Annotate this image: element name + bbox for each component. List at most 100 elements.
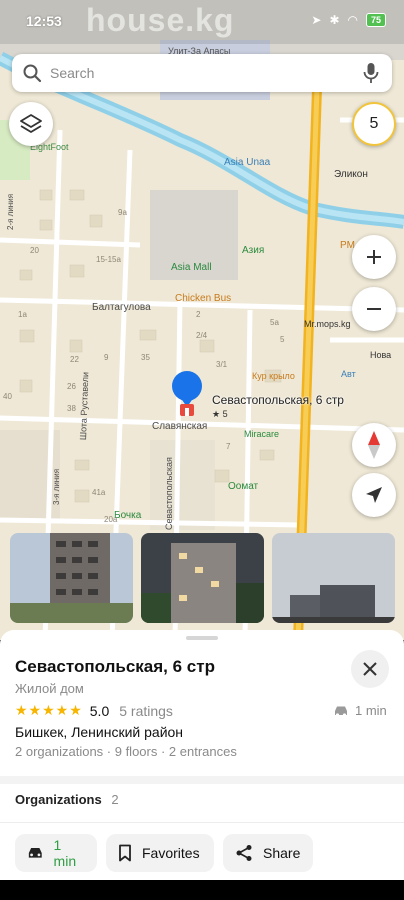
place-details: 2 organizations · 9 floors · 2 entrances [15, 744, 237, 759]
microphone-icon[interactable] [362, 62, 380, 84]
poi-mr-mops[interactable]: Mr.mops.kg [304, 319, 351, 329]
place-title: Севастопольская, 6 стр [15, 657, 215, 676]
navigation-arrow-icon [366, 487, 382, 503]
search-input[interactable]: Search [50, 65, 362, 81]
street-line-3: 3-я линия [52, 468, 61, 505]
share-button[interactable]: Share [223, 834, 313, 872]
compass-icon [368, 431, 380, 459]
rating-stars: ★★★★★ [15, 702, 83, 718]
house-number: 40 [3, 392, 12, 401]
system-nav-bar [0, 880, 404, 900]
layers-icon [20, 114, 42, 133]
house-number: 35 [141, 353, 150, 362]
poi-miracare[interactable]: Miracare [244, 429, 279, 439]
my-location-button[interactable] [352, 473, 396, 517]
house-number: 22 [70, 355, 79, 364]
zoom-in-button[interactable] [352, 235, 396, 279]
house-number: 9 [104, 353, 109, 362]
poi-asia-unaa[interactable]: Asia Unaa [224, 157, 270, 168]
building-photo-image [10, 533, 133, 623]
poi-oomat[interactable]: Оомат [228, 481, 258, 492]
house-number: 15-15а [96, 255, 121, 264]
location-status-icon: ➤ [311, 13, 322, 27]
status-bar: 12:53 house.kg ➤ ✱ ◠ 75 [0, 0, 404, 44]
house-number: 5а [270, 318, 279, 327]
street-line-2: 2-я линия [6, 193, 15, 230]
house-number: 41а [92, 488, 106, 497]
route-button[interactable]: 1 min [15, 834, 97, 872]
poi-chicken-bus[interactable]: Chicken Bus [175, 293, 231, 304]
plus-icon [367, 250, 381, 264]
watermark: house.kg [86, 2, 235, 38]
ratings-count[interactable]: 5 ratings [119, 703, 173, 719]
house-number: 7 [226, 442, 231, 451]
place-card[interactable]: Севастопольская, 6 стр Жилой дом ★★★★★ 5… [0, 630, 404, 880]
close-button[interactable] [351, 650, 389, 688]
street-sevastopolskaya: Севастопольская [164, 457, 174, 530]
rating-row[interactable]: ★★★★★ 5.0 5 ratings [15, 702, 173, 719]
minus-icon [367, 308, 381, 310]
car-icon [28, 847, 42, 858]
house-number: 20 [30, 246, 39, 255]
traffic-button[interactable]: 5 [352, 102, 396, 146]
layers-button[interactable] [9, 102, 53, 146]
place-type: Жилой дом [15, 681, 84, 696]
street-slavyanskaya: Славянская [152, 421, 208, 432]
house-number: 5 [280, 335, 285, 344]
building-photo-3[interactable] [272, 533, 395, 623]
location-pin-icon[interactable] [170, 371, 204, 417]
bluetooth-icon: ✱ [329, 13, 340, 27]
house-number: 20а [104, 515, 118, 524]
traffic-level: 5 [369, 115, 379, 132]
poi-aziya[interactable]: Азия [242, 245, 264, 256]
bookmark-icon [119, 844, 131, 862]
pin-label: Севастопольская, 6 стр [212, 393, 344, 407]
wifi-icon: ◠ [347, 13, 358, 27]
place-address: Бишкек, Ленинский район [15, 724, 184, 740]
map-view[interactable]: Улит-За Апасы Asia Unaa EightFoot Эликон… [0, 0, 404, 640]
favorites-label: Favorites [142, 845, 200, 861]
zoom-out-button[interactable] [352, 287, 396, 331]
drive-time: 1 min [333, 703, 387, 718]
drive-time-value: 1 min [355, 703, 387, 718]
street-baltagulova: Балтагулова [92, 302, 151, 313]
favorites-button[interactable]: Favorites [106, 834, 214, 872]
house-number: 3/1 [216, 360, 228, 369]
house-number: 1а [18, 310, 27, 319]
status-time: 12:53 [26, 13, 62, 29]
building-photo-1[interactable] [10, 533, 133, 623]
share-icon [236, 845, 252, 861]
organizations-count: 2 [111, 792, 119, 807]
status-icons: ➤ ✱ ◠ 75 [311, 13, 386, 27]
car-icon [335, 706, 347, 717]
row-divider [0, 822, 404, 823]
search-bar[interactable]: Search [12, 54, 392, 92]
search-icon [23, 64, 42, 83]
rating-value: 5.0 [89, 702, 110, 719]
photo-strip[interactable] [10, 533, 395, 623]
action-bar: 1 min Favorites Share [15, 834, 313, 872]
building-photo-image [272, 533, 395, 623]
route-time: 1 min [53, 837, 77, 869]
poi-elikon[interactable]: Эликон [334, 169, 368, 180]
building-photo-2[interactable] [141, 533, 264, 623]
house-number: 26 [67, 382, 76, 391]
pin-rating: ★ 5 [212, 409, 228, 419]
poi-kur-kryl[interactable]: Кур крыло [252, 371, 295, 381]
share-label: Share [263, 845, 301, 861]
poi-avt[interactable]: Авт [341, 369, 356, 379]
building-photo-image [141, 533, 264, 623]
organizations-row[interactable]: Organizations 2 [15, 792, 119, 807]
house-number: 2 [196, 310, 201, 319]
house-number: 9а [118, 208, 127, 217]
poi-bochka[interactable]: Бочка [114, 510, 141, 521]
house-number: 38 [67, 404, 76, 413]
compass-button[interactable] [352, 423, 396, 467]
poi-asia-mall[interactable]: Asia Mall [171, 262, 212, 273]
close-icon [363, 662, 377, 676]
house-number: 2/4 [196, 331, 208, 340]
sheet-handle[interactable] [186, 636, 218, 640]
organizations-label: Organizations [15, 792, 102, 807]
section-divider [0, 776, 404, 784]
poi-novo[interactable]: Нова [370, 350, 391, 360]
